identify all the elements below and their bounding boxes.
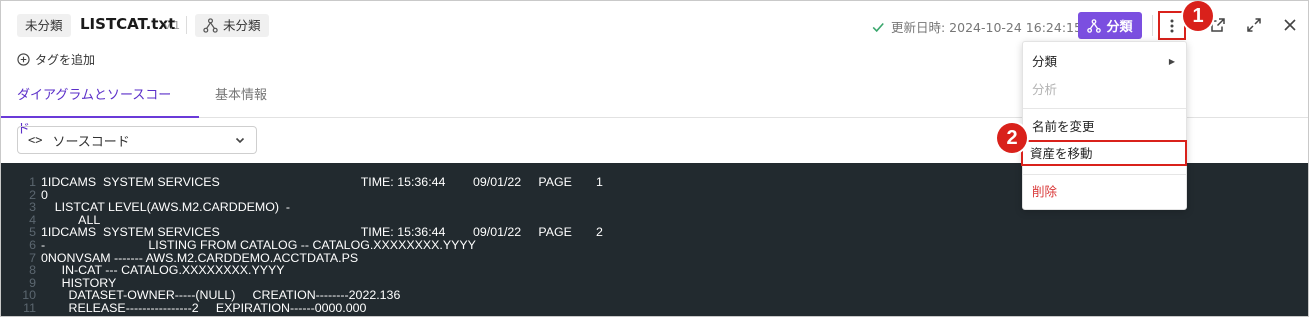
chevron-down-icon bbox=[235, 137, 245, 144]
code-icon: <> bbox=[28, 133, 43, 147]
line-text: IN-CAT --- CATALOG.XXXXXXXX.YYYY bbox=[41, 263, 285, 278]
menu-item-move-asset[interactable]: 資産を移動 bbox=[1021, 140, 1187, 166]
line-text: - LISTING FROM CATALOG -- CATALOG.XXXXXX… bbox=[41, 237, 476, 252]
callout-1: 1 bbox=[1183, 1, 1213, 31]
code-line: 11 RELEASE----------------2 EXPIRATION--… bbox=[1, 302, 1308, 315]
code-line: 6 - LISTING FROM CATALOG -- CATALOG.XXXXX… bbox=[1, 239, 1308, 252]
callout-2: 2 bbox=[997, 123, 1027, 153]
classification-badge-label: 未分類 bbox=[223, 18, 261, 33]
menu-item-delete[interactable]: 削除 bbox=[1023, 179, 1186, 205]
add-tag-label: タグを追加 bbox=[35, 53, 96, 67]
menu-item-label: 分類 bbox=[1032, 54, 1058, 69]
classification-badge[interactable]: 未分類 bbox=[195, 14, 269, 37]
line-text: RELEASE----------------2 EXPIRATION-----… bbox=[41, 300, 367, 315]
menu-item-classify[interactable]: 分類 ▶ bbox=[1023, 49, 1186, 75]
expand-icon bbox=[1247, 18, 1261, 32]
view-select[interactable]: <> ソースコード bbox=[17, 126, 257, 154]
more-options-button[interactable] bbox=[1158, 11, 1186, 40]
view-select-value: ソースコード bbox=[52, 134, 130, 150]
check-icon bbox=[872, 22, 884, 32]
asset-detail-panel: 未分類 LISTCAT.txt v.1 未分類 更新日時: 2024-10-24… bbox=[0, 0, 1309, 317]
more-options-menu: 分類 ▶ 分析 名前を変更 資産を移動 削除 bbox=[1021, 41, 1187, 210]
classify-button-label: 分類 bbox=[1106, 20, 1133, 35]
menu-divider bbox=[1023, 108, 1186, 109]
plus-circle-icon bbox=[17, 53, 30, 66]
line-number: 8 bbox=[29, 263, 36, 278]
menu-item-analyze: 分析 bbox=[1032, 82, 1058, 97]
line-number: 1 bbox=[29, 175, 36, 189]
expand-button[interactable] bbox=[1244, 15, 1264, 35]
file-name: LISTCAT.txt bbox=[80, 15, 176, 33]
line-text: LISTCAT LEVEL(AWS.M2.CARDDEMO) - bbox=[41, 200, 290, 215]
header-divider bbox=[186, 16, 187, 34]
tab-diagram-source[interactable]: ダイアグラムとソースコード bbox=[1, 79, 199, 137]
menu-divider bbox=[1023, 174, 1186, 175]
more-vertical-icon bbox=[1170, 19, 1174, 32]
line-number: 11 bbox=[23, 300, 36, 315]
close-icon bbox=[1284, 19, 1296, 31]
header-divider bbox=[1152, 15, 1153, 36]
line-number: 6 bbox=[29, 237, 36, 252]
line-text: 1IDCAMS SYSTEM SERVICES TIME: 15:36:44 0… bbox=[41, 175, 603, 189]
classify-button[interactable]: 分類 bbox=[1078, 12, 1142, 39]
updated-timestamp: 更新日時: 2024-10-24 16:24:15 bbox=[891, 20, 1082, 35]
line-number: 3 bbox=[29, 200, 36, 215]
file-version: v.1 bbox=[164, 19, 181, 32]
add-tag-button[interactable]: タグを追加 bbox=[17, 51, 95, 68]
category-badge[interactable]: 未分類 bbox=[17, 14, 71, 37]
chevron-right-icon: ▶ bbox=[1168, 57, 1175, 66]
tab-basic-info[interactable]: 基本情報 bbox=[215, 79, 267, 118]
close-button[interactable] bbox=[1280, 15, 1300, 35]
hierarchy-icon bbox=[203, 18, 218, 33]
menu-item-rename[interactable]: 名前を変更 bbox=[1023, 114, 1186, 140]
hierarchy-icon bbox=[1087, 18, 1102, 33]
updated-status: 更新日時: 2024-10-24 16:24:15 bbox=[871, 17, 1082, 36]
code-line: 8 IN-CAT --- CATALOG.XXXXXXXX.YYYY bbox=[1, 264, 1308, 277]
